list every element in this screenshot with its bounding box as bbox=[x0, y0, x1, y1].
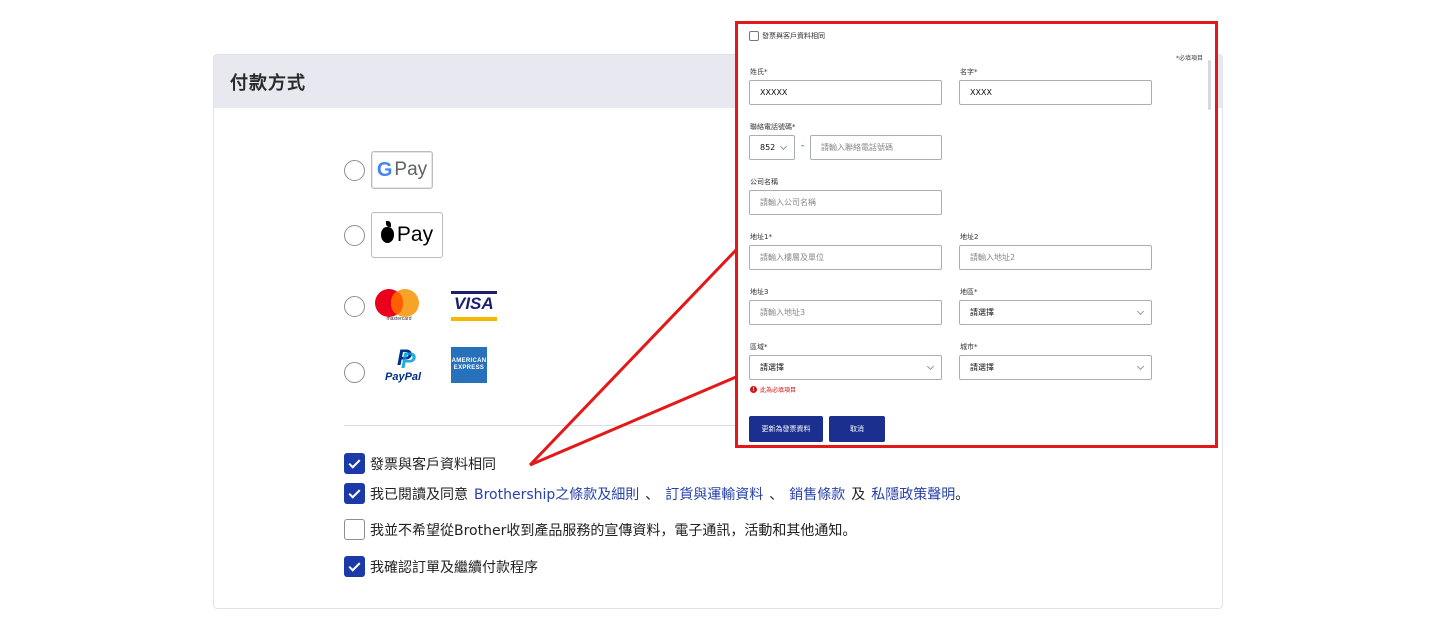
applepay-radio[interactable] bbox=[344, 224, 365, 246]
same-as-customer-label: 發票與客戶資料相同 bbox=[370, 456, 496, 473]
district-error-text: 此為必填項目 bbox=[760, 387, 797, 394]
district-value: 請選擇 bbox=[760, 363, 784, 372]
googlepay-logo: G Pay bbox=[371, 151, 433, 189]
confirm-order-checkbox[interactable] bbox=[344, 556, 365, 577]
same-as-customer-row[interactable]: 發票與客戶資料相同 bbox=[344, 453, 496, 474]
company-input[interactable]: 請輸入公司名稱 bbox=[749, 190, 942, 215]
firstname-label: 名字* bbox=[960, 68, 978, 76]
firstname-input[interactable]: XXXX bbox=[959, 80, 1152, 105]
no-promo-label: 我並不希望從Brother收到產品服務的宣傳資料，電子通訊，活動和其他通知。 bbox=[370, 522, 857, 539]
applepay-logo: Pay bbox=[371, 212, 443, 258]
paypal-radio[interactable] bbox=[344, 361, 365, 383]
privacy-policy-link[interactable]: 私隱政策聲明 bbox=[871, 484, 955, 504]
amex-line1: AMERICAN bbox=[451, 358, 487, 364]
district-label: 區域* bbox=[750, 343, 768, 351]
region-value: 請選擇 bbox=[970, 308, 994, 317]
city-label: 城市* bbox=[960, 343, 978, 351]
googlepay-label: Pay bbox=[394, 159, 428, 180]
invoice-form-callout: 發票與客戶資料相同 *必填項目 姓氏* XXXXX 名字* XXXX 聯絡電話號… bbox=[735, 21, 1218, 448]
region-select[interactable]: 請選擇 bbox=[959, 300, 1152, 325]
chevron-down-icon bbox=[1136, 307, 1145, 316]
address2-input[interactable]: 請輸入地址2 bbox=[959, 245, 1152, 270]
check-icon bbox=[348, 559, 361, 572]
check-icon bbox=[348, 486, 361, 499]
check-icon bbox=[348, 456, 361, 469]
phone-code-select[interactable]: 852 bbox=[749, 135, 795, 160]
ordering-shipping-link[interactable]: 訂貨與運輸資料 bbox=[665, 484, 763, 504]
visa-logo: VISA bbox=[451, 291, 497, 321]
payment-option-paypal-amex[interactable]: P P PayPal AMERICAN EXPRESS bbox=[344, 345, 487, 385]
apple-icon bbox=[380, 221, 394, 243]
chevron-down-icon bbox=[779, 142, 788, 151]
paypal-text: PayPal bbox=[385, 371, 422, 383]
error-icon: ! bbox=[750, 386, 757, 393]
separator-1: 、 bbox=[645, 486, 660, 503]
mastercard-text: mastercard bbox=[386, 316, 412, 322]
surname-label: 姓氏* bbox=[750, 68, 768, 76]
payment-option-applepay[interactable]: Pay bbox=[344, 212, 443, 258]
screenshot-stage: 付款方式 G Pay Pay mastercard VISA P P PayPa… bbox=[0, 0, 1440, 640]
region-label: 地區* bbox=[960, 288, 978, 296]
popup-same-as-customer-row[interactable]: 發票與客戶資料相同 bbox=[749, 31, 825, 41]
popup-same-as-customer-checkbox[interactable] bbox=[749, 31, 759, 41]
confirm-order-row[interactable]: 我確認訂單及繼續付款程序 bbox=[344, 556, 538, 577]
agree-terms-row[interactable]: 我已閱讀及同意 Brothership之條款及細則 、 訂貨與運輸資料 、 銷售… bbox=[344, 483, 969, 504]
address1-label: 地址1* bbox=[750, 233, 772, 241]
confirm-order-label: 我確認訂單及繼續付款程序 bbox=[370, 559, 538, 576]
update-invoice-button[interactable]: 更新為發票資料 bbox=[749, 416, 823, 442]
visa-text: VISA bbox=[454, 294, 494, 313]
separator-2: 、 bbox=[769, 486, 784, 503]
address2-label: 地址2 bbox=[960, 233, 979, 241]
no-promo-row[interactable]: 我並不希望從Brother收到產品服務的宣傳資料，電子通訊，活動和其他通知。 bbox=[344, 519, 856, 540]
city-value: 請選擇 bbox=[970, 363, 994, 372]
amex-logo: AMERICAN EXPRESS bbox=[451, 347, 487, 383]
agree-end: 。 bbox=[955, 486, 970, 503]
amex-line2: EXPRESS bbox=[453, 365, 485, 371]
address3-label: 地址3 bbox=[750, 288, 769, 296]
phone-label: 聯絡電話號碼* bbox=[750, 123, 796, 131]
company-label: 公司名稱 bbox=[750, 178, 778, 186]
no-promo-checkbox[interactable] bbox=[344, 519, 365, 540]
required-note: *必填項目 bbox=[1175, 55, 1203, 62]
phone-input[interactable]: 請輸入聯絡電話號碼 bbox=[810, 135, 942, 160]
cancel-button[interactable]: 取消 bbox=[829, 416, 885, 442]
address1-input[interactable]: 請輸入樓層及單位 bbox=[749, 245, 942, 270]
popup-scrollbar[interactable] bbox=[1208, 60, 1211, 110]
mastercard-logo: mastercard bbox=[375, 289, 423, 323]
city-select[interactable]: 請選擇 bbox=[959, 355, 1152, 380]
same-as-customer-checkbox[interactable] bbox=[344, 453, 365, 474]
payment-option-card[interactable]: mastercard VISA bbox=[344, 289, 497, 323]
popup-same-as-customer-label: 發票與客戶資料相同 bbox=[762, 32, 825, 40]
googlepay-radio[interactable] bbox=[344, 159, 365, 181]
chevron-down-icon bbox=[1136, 362, 1145, 371]
phone-dash: - bbox=[801, 141, 805, 151]
sales-terms-link[interactable]: 銷售條款 bbox=[789, 484, 845, 504]
card-radio[interactable] bbox=[344, 295, 365, 317]
chevron-down-icon bbox=[926, 362, 935, 371]
agree-prefix: 我已閱讀及同意 bbox=[370, 486, 468, 503]
payment-title: 付款方式 bbox=[230, 72, 306, 94]
agree-terms-checkbox[interactable] bbox=[344, 483, 365, 504]
terms-link[interactable]: Brothership之條款及細則 bbox=[474, 484, 639, 504]
mastercard-overlap-icon bbox=[391, 292, 403, 314]
address3-input[interactable]: 請輸入地址3 bbox=[749, 300, 942, 325]
payment-option-googlepay[interactable]: G Pay bbox=[344, 151, 433, 189]
visa-bottom-bar bbox=[451, 317, 497, 321]
applepay-label: Pay bbox=[396, 223, 434, 246]
paypal-logo: P P PayPal bbox=[385, 345, 427, 385]
surname-input[interactable]: XXXXX bbox=[749, 80, 942, 105]
agree-and: 及 bbox=[851, 486, 866, 503]
google-g-icon: G bbox=[376, 158, 393, 181]
phone-code-value: 852 bbox=[760, 143, 776, 152]
district-select[interactable]: 請選擇 bbox=[749, 355, 942, 380]
district-error: ! 此為必填項目 bbox=[750, 385, 796, 394]
